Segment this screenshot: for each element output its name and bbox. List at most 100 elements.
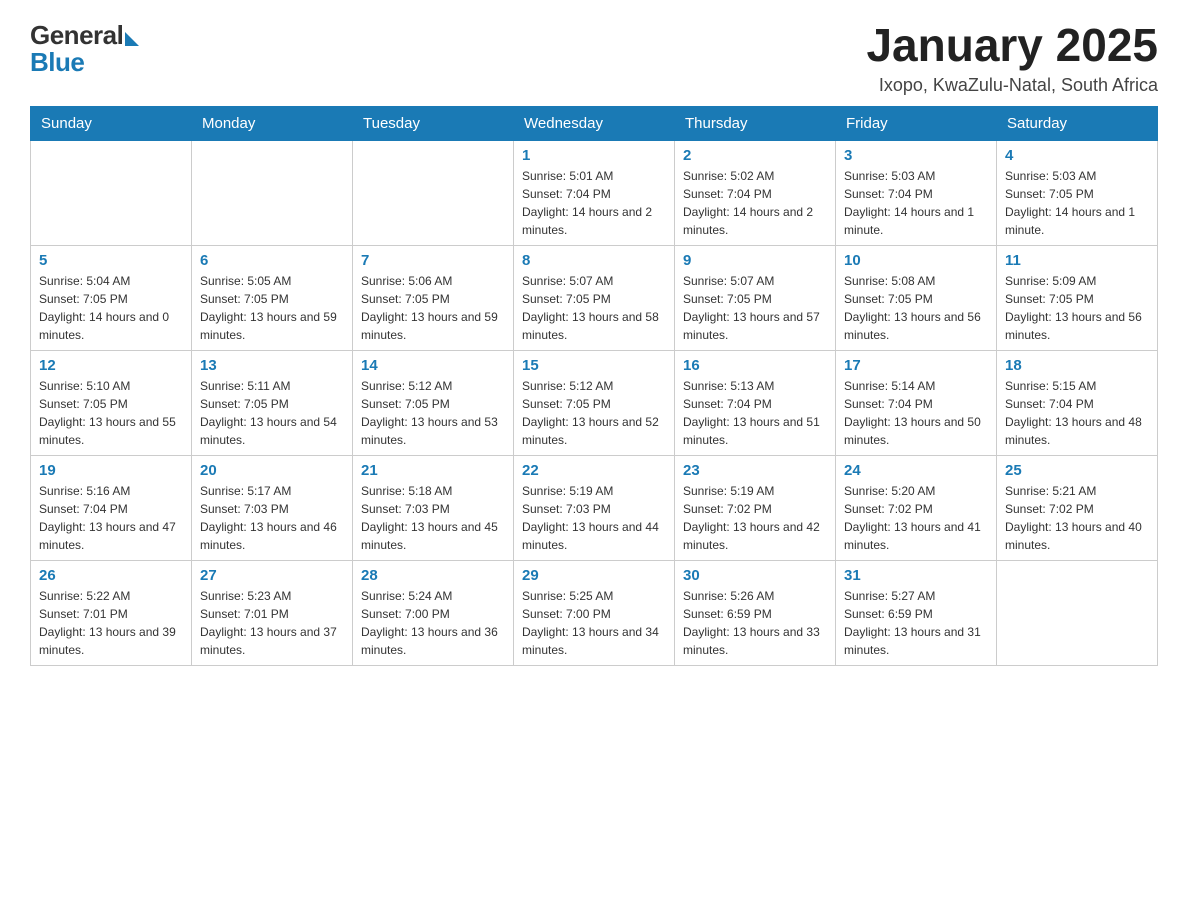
day-info: Sunrise: 5:07 AM Sunset: 7:05 PM Dayligh… (683, 272, 827, 344)
day-info: Sunrise: 5:03 AM Sunset: 7:05 PM Dayligh… (1005, 167, 1149, 239)
day-info: Sunrise: 5:26 AM Sunset: 6:59 PM Dayligh… (683, 587, 827, 659)
day-info: Sunrise: 5:09 AM Sunset: 7:05 PM Dayligh… (1005, 272, 1149, 344)
day-number: 5 (39, 252, 183, 269)
day-info: Sunrise: 5:24 AM Sunset: 7:00 PM Dayligh… (361, 587, 505, 659)
day-number: 3 (844, 147, 988, 164)
day-number: 2 (683, 147, 827, 164)
calendar-header-row: SundayMondayTuesdayWednesdayThursdayFrid… (31, 106, 1158, 140)
calendar-cell: 4 Sunrise: 5:03 AM Sunset: 7:05 PM Daylig… (997, 140, 1158, 245)
day-info: Sunrise: 5:14 AM Sunset: 7:04 PM Dayligh… (844, 377, 988, 449)
day-info: Sunrise: 5:10 AM Sunset: 7:05 PM Dayligh… (39, 377, 183, 449)
calendar-cell: 3 Sunrise: 5:03 AM Sunset: 7:04 PM Daylig… (836, 140, 997, 245)
day-number: 29 (522, 567, 666, 584)
calendar-cell: 29 Sunrise: 5:25 AM Sunset: 7:00 PM Dayli… (514, 560, 675, 665)
day-info: Sunrise: 5:18 AM Sunset: 7:03 PM Dayligh… (361, 482, 505, 554)
day-info: Sunrise: 5:19 AM Sunset: 7:03 PM Dayligh… (522, 482, 666, 554)
calendar-cell: 13Sunrise: 5:11 AM Sunset: 7:05 PM Dayli… (192, 350, 353, 455)
day-number: 8 (522, 252, 666, 269)
calendar-day-header: Sunday (31, 106, 192, 140)
day-info: Sunrise: 5:23 AM Sunset: 7:01 PM Dayligh… (200, 587, 344, 659)
calendar-cell: 22 Sunrise: 5:19 AM Sunset: 7:03 PM Dayli… (514, 455, 675, 560)
day-info: Sunrise: 5:19 AM Sunset: 7:02 PM Dayligh… (683, 482, 827, 554)
day-info: Sunrise: 5:22 AM Sunset: 7:01 PM Dayligh… (39, 587, 183, 659)
calendar-cell: 28 Sunrise: 5:24 AM Sunset: 7:00 PM Dayli… (353, 560, 514, 665)
day-number: 11 (1005, 252, 1149, 269)
calendar-cell: 19 Sunrise: 5:16 AM Sunset: 7:04 PM Dayli… (31, 455, 192, 560)
day-number: 21 (361, 462, 505, 479)
day-number: 7 (361, 252, 505, 269)
calendar-day-header: Tuesday (353, 106, 514, 140)
day-number: 16 (683, 357, 827, 374)
calendar-cell: 26Sunrise: 5:22 AM Sunset: 7:01 PM Dayli… (31, 560, 192, 665)
day-number: 30 (683, 567, 827, 584)
calendar-cell: 10 Sunrise: 5:08 AM Sunset: 7:05 PM Dayli… (836, 245, 997, 350)
calendar-cell: 1Sunrise: 5:01 AM Sunset: 7:04 PM Daylig… (514, 140, 675, 245)
logo: General Blue (30, 20, 139, 78)
page-header: General Blue January 2025 Ixopo, KwaZulu… (30, 20, 1158, 96)
day-info: Sunrise: 5:25 AM Sunset: 7:00 PM Dayligh… (522, 587, 666, 659)
calendar-cell: 27Sunrise: 5:23 AM Sunset: 7:01 PM Dayli… (192, 560, 353, 665)
day-number: 24 (844, 462, 988, 479)
day-number: 28 (361, 567, 505, 584)
day-info: Sunrise: 5:08 AM Sunset: 7:05 PM Dayligh… (844, 272, 988, 344)
day-number: 4 (1005, 147, 1149, 164)
calendar-cell: 9 Sunrise: 5:07 AM Sunset: 7:05 PM Daylig… (675, 245, 836, 350)
calendar-cell (192, 140, 353, 245)
calendar-cell: 24 Sunrise: 5:20 AM Sunset: 7:02 PM Dayli… (836, 455, 997, 560)
day-info: Sunrise: 5:15 AM Sunset: 7:04 PM Dayligh… (1005, 377, 1149, 449)
day-number: 14 (361, 357, 505, 374)
calendar-cell: 18 Sunrise: 5:15 AM Sunset: 7:04 PM Dayli… (997, 350, 1158, 455)
day-info: Sunrise: 5:27 AM Sunset: 6:59 PM Dayligh… (844, 587, 988, 659)
day-info: Sunrise: 5:02 AM Sunset: 7:04 PM Dayligh… (683, 167, 827, 239)
main-title: January 2025 (866, 20, 1158, 71)
day-info: Sunrise: 5:12 AM Sunset: 7:05 PM Dayligh… (361, 377, 505, 449)
day-number: 18 (1005, 357, 1149, 374)
day-number: 19 (39, 462, 183, 479)
calendar-day-header: Monday (192, 106, 353, 140)
calendar-week-row: 1Sunrise: 5:01 AM Sunset: 7:04 PM Daylig… (31, 140, 1158, 245)
day-number: 10 (844, 252, 988, 269)
subtitle: Ixopo, KwaZulu-Natal, South Africa (866, 75, 1158, 96)
day-info: Sunrise: 5:03 AM Sunset: 7:04 PM Dayligh… (844, 167, 988, 239)
calendar-week-row: 26Sunrise: 5:22 AM Sunset: 7:01 PM Dayli… (31, 560, 1158, 665)
calendar-cell: 8Sunrise: 5:07 AM Sunset: 7:05 PM Daylig… (514, 245, 675, 350)
calendar-cell: 20Sunrise: 5:17 AM Sunset: 7:03 PM Dayli… (192, 455, 353, 560)
calendar-cell: 6Sunrise: 5:05 AM Sunset: 7:05 PM Daylig… (192, 245, 353, 350)
calendar-table: SundayMondayTuesdayWednesdayThursdayFrid… (30, 106, 1158, 666)
day-number: 12 (39, 357, 183, 374)
day-info: Sunrise: 5:20 AM Sunset: 7:02 PM Dayligh… (844, 482, 988, 554)
calendar-cell (31, 140, 192, 245)
day-info: Sunrise: 5:11 AM Sunset: 7:05 PM Dayligh… (200, 377, 344, 449)
calendar-cell: 25Sunrise: 5:21 AM Sunset: 7:02 PM Dayli… (997, 455, 1158, 560)
calendar-cell: 23 Sunrise: 5:19 AM Sunset: 7:02 PM Dayli… (675, 455, 836, 560)
calendar-cell: 17Sunrise: 5:14 AM Sunset: 7:04 PM Dayli… (836, 350, 997, 455)
calendar-day-header: Friday (836, 106, 997, 140)
day-info: Sunrise: 5:13 AM Sunset: 7:04 PM Dayligh… (683, 377, 827, 449)
calendar-cell: 15Sunrise: 5:12 AM Sunset: 7:05 PM Dayli… (514, 350, 675, 455)
calendar-cell: 12 Sunrise: 5:10 AM Sunset: 7:05 PM Dayli… (31, 350, 192, 455)
day-number: 9 (683, 252, 827, 269)
calendar-week-row: 5 Sunrise: 5:04 AM Sunset: 7:05 PM Daylig… (31, 245, 1158, 350)
day-info: Sunrise: 5:16 AM Sunset: 7:04 PM Dayligh… (39, 482, 183, 554)
day-number: 15 (522, 357, 666, 374)
day-number: 31 (844, 567, 988, 584)
calendar-cell: 7 Sunrise: 5:06 AM Sunset: 7:05 PM Daylig… (353, 245, 514, 350)
calendar-week-row: 19 Sunrise: 5:16 AM Sunset: 7:04 PM Dayli… (31, 455, 1158, 560)
calendar-cell: 21 Sunrise: 5:18 AM Sunset: 7:03 PM Dayli… (353, 455, 514, 560)
calendar-cell: 16 Sunrise: 5:13 AM Sunset: 7:04 PM Dayli… (675, 350, 836, 455)
day-info: Sunrise: 5:06 AM Sunset: 7:05 PM Dayligh… (361, 272, 505, 344)
calendar-cell: 31 Sunrise: 5:27 AM Sunset: 6:59 PM Dayli… (836, 560, 997, 665)
calendar-cell: 5 Sunrise: 5:04 AM Sunset: 7:05 PM Daylig… (31, 245, 192, 350)
calendar-cell: 30 Sunrise: 5:26 AM Sunset: 6:59 PM Dayli… (675, 560, 836, 665)
calendar-day-header: Thursday (675, 106, 836, 140)
day-number: 23 (683, 462, 827, 479)
day-info: Sunrise: 5:04 AM Sunset: 7:05 PM Dayligh… (39, 272, 183, 344)
day-number: 22 (522, 462, 666, 479)
calendar-week-row: 12 Sunrise: 5:10 AM Sunset: 7:05 PM Dayli… (31, 350, 1158, 455)
day-number: 20 (200, 462, 344, 479)
calendar-cell: 14 Sunrise: 5:12 AM Sunset: 7:05 PM Dayli… (353, 350, 514, 455)
calendar-day-header: Wednesday (514, 106, 675, 140)
calendar-cell (997, 560, 1158, 665)
day-info: Sunrise: 5:21 AM Sunset: 7:02 PM Dayligh… (1005, 482, 1149, 554)
logo-arrow-icon (125, 32, 139, 46)
